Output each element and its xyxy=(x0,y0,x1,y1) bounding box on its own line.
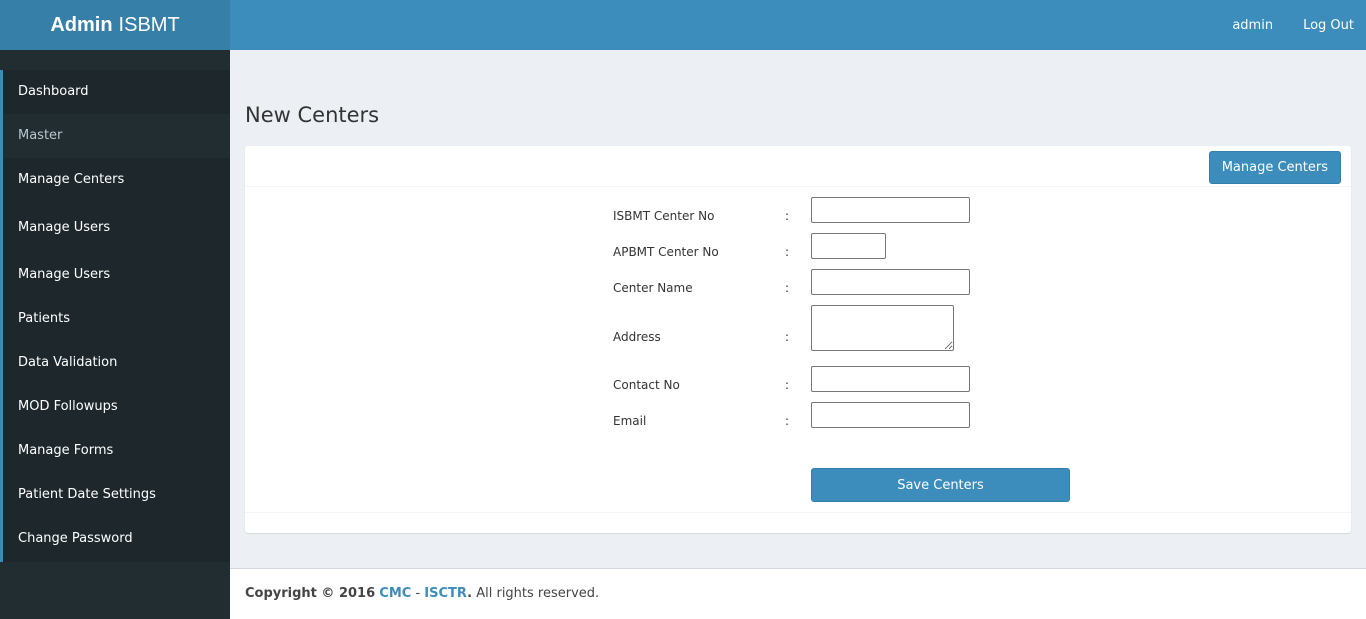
colon: : xyxy=(785,245,790,259)
user-menu-link[interactable]: admin xyxy=(1232,18,1273,33)
colon: : xyxy=(785,281,790,295)
form-row-contact: Contact No : xyxy=(245,366,1351,399)
contact-no-input[interactable] xyxy=(811,366,970,392)
sidebar-item-manage-users[interactable]: Manage Users xyxy=(3,202,230,253)
copyright-prefix: Copyright © 2016 xyxy=(245,586,376,601)
copyright-text: Copyright © 2016 CMC - ISCTR. All rights… xyxy=(245,586,599,601)
isbmt-center-no-input[interactable] xyxy=(811,197,970,223)
isbmt-center-no-label: ISBMT Center No xyxy=(613,209,715,223)
center-name-input[interactable] xyxy=(811,269,970,295)
save-centers-button[interactable]: Save Centers xyxy=(811,468,1070,502)
address-textarea[interactable] xyxy=(811,305,954,351)
sidebar-item-mod-followups[interactable]: MOD Followups xyxy=(3,385,230,429)
page-footer: Copyright © 2016 CMC - ISCTR. All rights… xyxy=(230,568,1366,619)
colon: : xyxy=(785,414,790,428)
apbmt-center-no-label: APBMT Center No xyxy=(613,245,719,259)
footer-separator: - xyxy=(411,586,425,601)
cmc-link[interactable]: CMC xyxy=(379,586,411,601)
contact-no-label: Contact No xyxy=(613,378,680,392)
footer-suffix: All rights reserved. xyxy=(472,586,600,601)
sidebar-item-dashboard[interactable]: Dashboard xyxy=(3,70,230,114)
form-row-apbmt: APBMT Center No : xyxy=(245,233,1351,266)
manage-centers-button[interactable]: Manage Centers xyxy=(1208,151,1341,184)
sidebar-menu: Dashboard Master Manage Centers Manage U… xyxy=(0,70,230,562)
box-footer xyxy=(245,512,1351,513)
form-row-isbmt: ISBMT Center No : xyxy=(245,197,1351,230)
colon: : xyxy=(785,209,790,223)
colon: : xyxy=(785,378,790,392)
isctr-link[interactable]: ISCTR xyxy=(424,586,467,601)
sidebar-item-change-password[interactable]: Change Password xyxy=(3,517,230,561)
sidebar-item-manage-centers[interactable]: Manage Centers xyxy=(3,158,230,202)
form-box: Manage Centers ISBMT Center No : APBMT C… xyxy=(245,146,1351,533)
sidebar-item-master[interactable]: Master xyxy=(3,114,230,158)
brand-rest: ISBMT xyxy=(118,13,180,36)
brand-logo[interactable]: Admin ISBMT xyxy=(0,0,230,50)
sidebar-item-manage-forms[interactable]: Manage Forms xyxy=(3,429,230,473)
brand-bold: Admin xyxy=(50,13,113,36)
form-row-center-name: Center Name : xyxy=(245,269,1351,302)
sidebar-item-data-validation[interactable]: Data Validation xyxy=(3,341,230,385)
colon: : xyxy=(785,330,790,344)
apbmt-center-no-input[interactable] xyxy=(811,233,886,259)
address-label: Address xyxy=(613,330,661,344)
top-navbar: admin Log Out xyxy=(230,0,1366,50)
email-input[interactable] xyxy=(811,402,970,428)
logout-link[interactable]: Log Out xyxy=(1303,18,1354,33)
sidebar-item-manage-users-2[interactable]: Manage Users xyxy=(3,253,230,297)
sidebar-item-patient-date-settings[interactable]: Patient Date Settings xyxy=(3,473,230,517)
form-row-address: Address : xyxy=(245,305,1351,351)
page-title: New Centers xyxy=(245,103,380,127)
sidebar: Dashboard Master Manage Centers Manage U… xyxy=(0,50,230,619)
box-header: Manage Centers xyxy=(245,146,1351,187)
center-name-label: Center Name xyxy=(613,281,693,295)
sidebar-item-patients[interactable]: Patients xyxy=(3,297,230,341)
form-row-email: Email : xyxy=(245,402,1351,435)
email-label: Email xyxy=(613,414,647,428)
